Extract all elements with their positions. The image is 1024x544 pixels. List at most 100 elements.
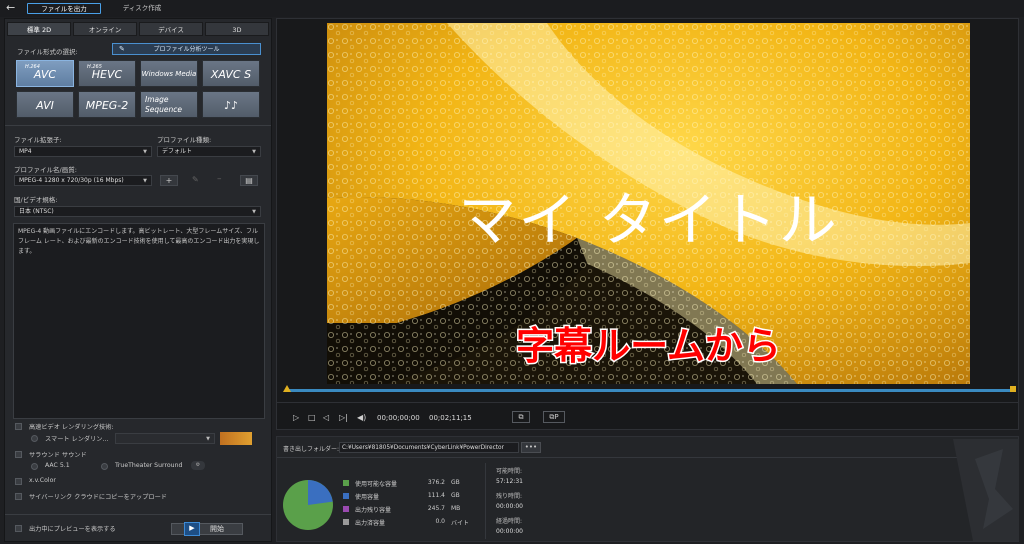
legend-used-label: 使用容量 xyxy=(355,494,380,501)
music-note-icon: ♪♪ xyxy=(223,99,239,112)
aac51-radio[interactable] xyxy=(31,463,38,470)
legend-available-swatch xyxy=(343,480,349,486)
legend-used-swatch xyxy=(343,493,349,499)
file-extension-value: MP4 xyxy=(19,148,32,155)
disk-usage-pie-chart xyxy=(283,480,333,530)
play-icon[interactable]: ▷ xyxy=(293,413,299,422)
tab-online[interactable]: オンライン xyxy=(73,22,137,36)
start-button[interactable]: ▶ 開始 xyxy=(171,522,243,536)
profile-name-label: プロファイル名/画質: xyxy=(14,166,77,174)
profile-type-select[interactable]: デフォルト ▼ xyxy=(157,146,261,157)
subtitle-overlay-text: 字幕ルームから xyxy=(515,323,783,370)
file-extension-label: ファイル拡張子: xyxy=(14,136,62,144)
remaining-time-value: 00:00:00 xyxy=(496,503,523,510)
fullscreen-preview-icon[interactable]: ⧉P xyxy=(543,411,565,423)
plus-icon: + xyxy=(165,176,173,185)
cloud-upload-label: サイバーリンク クラウドにコピーをアップロード xyxy=(29,494,167,501)
possible-time-value: 57:12:31 xyxy=(496,478,523,485)
output-info-panel: 書き出しフォルダー: C:¥Users¥81805¥Documents¥Cybe… xyxy=(276,436,1019,542)
profile-analyzer-button[interactable]: ✎ プロファイル分析ツール xyxy=(112,43,261,55)
legend-remaining-value: 245.7 xyxy=(427,505,445,512)
format-wmv-label: Windows Media xyxy=(141,70,197,78)
format-xavcs-label: XAVC S xyxy=(210,68,252,81)
format-avi-label: AVI xyxy=(36,99,54,112)
stop-icon[interactable]: □ xyxy=(308,413,316,422)
divider xyxy=(485,463,486,539)
profile-name-value: MPEG-4 1280 x 720/30p (16 Mbps) xyxy=(19,177,124,184)
total-time: 00;02;11;15 xyxy=(429,414,472,422)
settings-gear-icon[interactable]: ⚙ xyxy=(191,461,205,470)
chevron-down-icon: ▼ xyxy=(143,178,147,184)
xvcolor-checkbox[interactable] xyxy=(15,478,22,485)
region-select[interactable]: 日本 (NTSC) ▼ xyxy=(14,206,261,217)
tab-create-disc[interactable]: ディスク作成 xyxy=(110,3,174,14)
next-frame-icon[interactable]: ▷| xyxy=(339,413,348,422)
format-hevc-button[interactable]: H.265 HEVC xyxy=(78,60,136,87)
profile-name-select[interactable]: MPEG-4 1280 x 720/30p (16 Mbps) ▼ xyxy=(14,175,152,186)
chevron-down-icon: ▼ xyxy=(252,209,256,215)
divider xyxy=(277,402,1018,403)
format-avc-button[interactable]: H.264 AVC xyxy=(16,60,74,87)
previous-frame-icon[interactable]: ◁ xyxy=(323,413,329,422)
top-bar: ← ファイルを出力 ディスク作成 xyxy=(0,0,1024,17)
output-folder-label: 書き出しフォルダー: xyxy=(283,446,340,453)
surround-sound-label: サラウンド サウンド xyxy=(29,452,87,459)
legend-output-swatch xyxy=(343,519,349,525)
legend-available-unit: GB xyxy=(451,479,460,486)
chevron-down-icon: ▼ xyxy=(143,149,147,155)
divider xyxy=(5,514,271,515)
video-preview: マイ タイトル 字幕ルームから xyxy=(327,23,970,384)
legend-available-value: 376.2 xyxy=(427,479,445,486)
edit-icon: ✎ xyxy=(119,45,125,53)
legend-output-label: 出力済容量 xyxy=(355,520,386,527)
legend-used-unit: GB xyxy=(451,492,460,499)
profile-type-label: プロファイル種類: xyxy=(157,136,212,144)
playhead-start-icon[interactable] xyxy=(283,385,291,392)
elapsed-time-value: 00:00:00 xyxy=(496,528,523,535)
current-time: 00;00;00;00 xyxy=(377,414,420,422)
edit-profile-pencil-icon[interactable]: ✎ xyxy=(192,175,199,184)
browse-folder-button[interactable]: ••• xyxy=(521,442,541,453)
smart-render-label: スマート レンダリン... xyxy=(45,436,109,443)
left-settings-panel: 標準 2D オンライン デバイス 3D ファイル形式の選択: ✎ プロファイル分… xyxy=(4,18,272,542)
remove-profile-minus-icon[interactable]: – xyxy=(217,174,222,184)
chevron-down-icon: ▼ xyxy=(252,149,256,155)
timeline-scrubber[interactable] xyxy=(287,389,1013,392)
format-mpeg2-label: MPEG-2 xyxy=(85,99,129,112)
surround-sound-checkbox[interactable] xyxy=(15,451,22,458)
back-arrow-icon[interactable]: ← xyxy=(6,2,20,15)
playhead-end-icon[interactable] xyxy=(1010,386,1016,392)
format-audio-button[interactable]: ♪♪ xyxy=(202,91,260,118)
output-folder-input[interactable]: C:¥Users¥81805¥Documents¥CyberLink¥Power… xyxy=(339,442,519,453)
legend-remaining-label: 出力残り容量 xyxy=(355,507,392,514)
format-wmv-button[interactable]: Windows Media xyxy=(140,60,198,87)
tab-standard-2d[interactable]: 標準 2D xyxy=(7,22,71,36)
smart-render-radio[interactable] xyxy=(31,435,38,442)
snapshot-icon[interactable]: ⧉ xyxy=(512,411,530,423)
aac51-label: AAC 5.1 xyxy=(45,462,70,469)
profile-details-button[interactable]: ▤ xyxy=(240,175,258,186)
legend-remaining-swatch xyxy=(343,506,349,512)
tab-produce-file[interactable]: ファイルを出力 xyxy=(27,3,101,14)
truetheater-radio[interactable] xyxy=(101,463,108,470)
file-extension-select[interactable]: MP4 ▼ xyxy=(14,146,152,157)
format-avi-button[interactable]: AVI xyxy=(16,91,74,118)
legend-output-unit: バイト xyxy=(451,520,470,527)
format-hevc-sup: H.265 xyxy=(87,64,102,70)
cloud-upload-checkbox[interactable] xyxy=(15,493,22,500)
tab-device[interactable]: デバイス xyxy=(139,22,203,36)
format-mpeg2-button[interactable]: MPEG-2 xyxy=(78,91,136,118)
velocity-logo-icon xyxy=(220,432,252,445)
fast-render-checkbox[interactable] xyxy=(15,423,22,430)
preview-during-output-checkbox[interactable] xyxy=(15,525,22,532)
truetheater-label: TrueTheater Surround xyxy=(115,462,183,469)
legend-remaining-unit: MB xyxy=(451,505,461,512)
fast-render-label: 高速ビデオ レンダリング技術: xyxy=(29,424,114,431)
format-image-sequence-button[interactable]: Image Sequence xyxy=(140,91,198,118)
format-xavcs-button[interactable]: XAVC S xyxy=(202,60,260,87)
profile-analyzer-label: プロファイル分析ツール xyxy=(153,46,220,53)
tab-3d[interactable]: 3D xyxy=(205,22,269,36)
volume-icon[interactable]: ◀) xyxy=(357,413,366,422)
add-profile-button[interactable]: + xyxy=(160,175,178,186)
hardware-encoder-select[interactable]: ▼ xyxy=(115,433,215,444)
